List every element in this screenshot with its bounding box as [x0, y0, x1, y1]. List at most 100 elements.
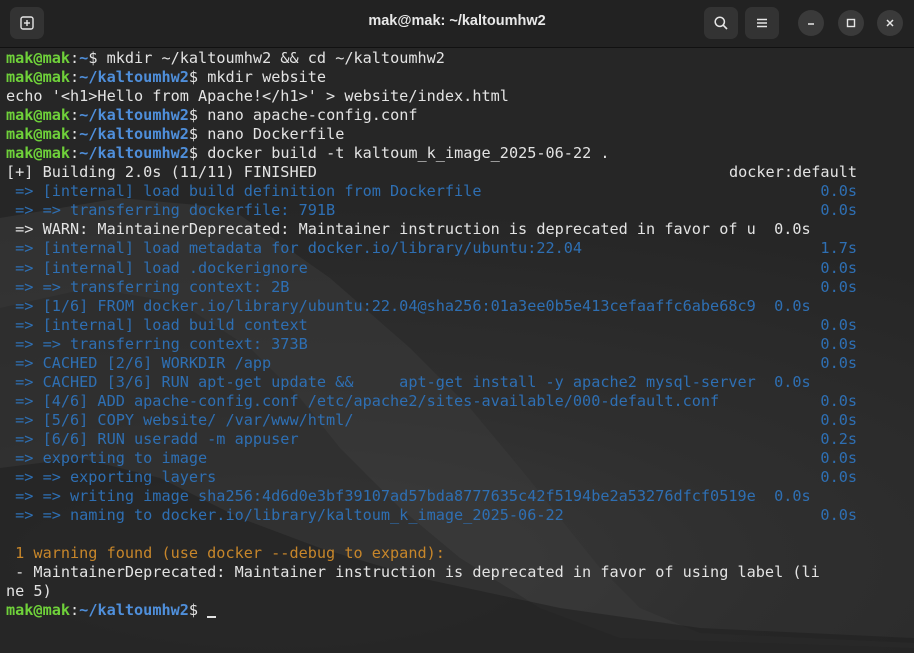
- terminal-line: => WARN: MaintainerDeprecated: Maintaine…: [6, 220, 886, 239]
- title-bar: mak@mak: ~/kaltoumhw2: [0, 0, 914, 48]
- terminal-line: => [4/6] ADD apache-config.conf /etc/apa…: [6, 392, 886, 411]
- step-duration: 0.0s: [820, 410, 857, 429]
- command-text: nano Dockerfile: [207, 125, 345, 144]
- prompt-path: ~/kaltoumhw2: [79, 144, 189, 163]
- terminal-line: => => naming to docker.io/library/kaltou…: [6, 506, 886, 525]
- terminal-line: => [internal] load build definition from…: [6, 182, 886, 201]
- step-duration: 0.0s: [820, 468, 857, 487]
- build-step-text: => [internal] load .dockerignore: [6, 258, 308, 277]
- build-step-text: => [internal] load metadata for docker.i…: [6, 239, 583, 258]
- terminal-line: mak@mak:~/kaltoumhw2$ docker build -t ka…: [6, 144, 886, 163]
- hamburger-menu-icon: [755, 16, 769, 30]
- build-step-text: => [5/6] COPY website/ /var/www/html/: [6, 410, 354, 429]
- terminal-window: mak@mak: ~/kaltoumhw2 mak@mak:~$ mkdir ~…: [0, 0, 914, 653]
- build-step-text: => => writing image sha256:4d6d0e3bf3910…: [6, 487, 811, 506]
- terminal-line: mak@mak:~/kaltoumhw2$ mkdir website: [6, 68, 886, 87]
- step-duration: 0.0s: [820, 506, 857, 525]
- output-text: => WARN: MaintainerDeprecated: Maintaine…: [6, 220, 811, 239]
- prompt-user: mak@mak: [6, 601, 71, 620]
- command-text: mkdir ~/kaltoumhw2 && cd ~/kaltoumhw2: [106, 49, 445, 67]
- prompt-dollar: $: [88, 49, 107, 67]
- step-duration: 0.0s: [820, 277, 857, 296]
- terminal-line: 1 warning found (use docker --debug to e…: [6, 544, 886, 563]
- step-duration: 0.0s: [820, 448, 857, 467]
- step-duration: 0.0s: [820, 258, 857, 277]
- terminal-line: => [internal] load build context 0.0s: [6, 316, 886, 335]
- prompt-path: ~/kaltoumhw2: [79, 68, 189, 87]
- prompt-path: ~: [79, 49, 89, 67]
- search-icon: [713, 15, 729, 31]
- output-text: - MaintainerDeprecated: Maintainer instr…: [6, 563, 820, 582]
- build-step-text: => [internal] load build definition from…: [6, 182, 482, 201]
- prompt-dollar: $: [188, 68, 208, 87]
- build-step-text: => [6/6] RUN useradd -m appuser: [6, 429, 299, 448]
- prompt-separator: :: [70, 49, 80, 67]
- step-duration: 0.2s: [820, 429, 857, 448]
- prompt-user: mak@mak: [6, 106, 71, 125]
- terminal-line: mak@mak:~$ mkdir ~/kaltoumhw2 && cd ~/ka…: [6, 49, 886, 68]
- search-button[interactable]: [704, 7, 738, 39]
- prompt-user: mak@mak: [6, 144, 71, 163]
- terminal-output[interactable]: mak@mak:~$ mkdir ~/kaltoumhw2 && cd ~/ka…: [0, 48, 914, 653]
- terminal-line: => => transferring context: 2B 0.0s: [6, 278, 886, 297]
- prompt-dollar: $: [188, 106, 208, 125]
- prompt-user: mak@mak: [6, 125, 71, 144]
- prompt-dollar: $: [188, 144, 208, 163]
- step-duration: 0.0s: [820, 182, 857, 201]
- build-step-text: => => transferring dockerfile: 791B: [6, 201, 336, 220]
- maximize-button[interactable]: [838, 10, 864, 36]
- builder-name: docker:default: [728, 163, 857, 182]
- terminal-line: mak@mak:~/kaltoumhw2$ nano Dockerfile: [6, 125, 886, 144]
- build-step-text: => => transferring context: 2B: [6, 277, 290, 296]
- prompt-separator: :: [70, 125, 80, 144]
- output-text: echo '<h1>Hello from Apache!</h1>' > web…: [6, 87, 509, 106]
- build-step-text: => [1/6] FROM docker.io/library/ubuntu:2…: [6, 296, 811, 315]
- prompt-dollar: $: [188, 601, 208, 620]
- build-step-text: => CACHED [2/6] WORKDIR /app: [6, 353, 272, 372]
- terminal-line: => [5/6] COPY website/ /var/www/html/0.0…: [6, 411, 886, 430]
- close-button[interactable]: [877, 10, 903, 36]
- terminal-line: => [6/6] RUN useradd -m appuser 0.2s: [6, 430, 886, 449]
- terminal-line: => => exporting layers 0.0s: [6, 468, 886, 487]
- prompt-user: mak@mak: [6, 49, 71, 67]
- output-text: ne 5): [6, 582, 52, 601]
- output-text: 1 warning found (use docker --debug to e…: [6, 544, 445, 563]
- minimize-button[interactable]: [798, 10, 824, 36]
- terminal-line: => exporting to image 0.0s: [6, 449, 886, 468]
- maximize-icon: [846, 18, 856, 28]
- build-step-text: => exporting to image: [6, 448, 208, 467]
- terminal-line: => => writing image sha256:4d6d0e3bf3910…: [6, 487, 886, 506]
- prompt-separator: :: [70, 601, 80, 620]
- prompt-path: ~/kaltoumhw2: [79, 106, 189, 125]
- terminal-line: => CACHED [2/6] WORKDIR /app 0.0s: [6, 354, 886, 373]
- build-step-text: => => transferring context: 373B: [6, 334, 308, 353]
- terminal-lines: mak@mak:~$ mkdir ~/kaltoumhw2 && cd ~/ka…: [6, 49, 886, 620]
- terminal-line: - MaintainerDeprecated: Maintainer instr…: [6, 563, 886, 582]
- step-duration: 0.0s: [820, 353, 857, 372]
- prompt-path: ~/kaltoumhw2: [79, 125, 189, 144]
- step-duration: 0.0s: [820, 391, 857, 410]
- terminal-line: mak@mak:~/kaltoumhw2$: [6, 601, 886, 620]
- command-text: docker build -t kaltoum_k_image_2025-06-…: [207, 144, 610, 163]
- close-icon: [885, 18, 895, 28]
- prompt-dollar: $: [188, 125, 208, 144]
- menu-button[interactable]: [745, 7, 779, 39]
- text-cursor: [207, 616, 217, 619]
- terminal-line: => [internal] load metadata for docker.i…: [6, 239, 886, 258]
- build-step-text: => => naming to docker.io/library/kaltou…: [6, 506, 564, 525]
- output-text: [+] Building 2.0s (11/11) FINISHED: [6, 163, 317, 182]
- command-text: mkdir website: [207, 68, 327, 87]
- build-step-text: => [internal] load build context: [6, 315, 308, 334]
- terminal-line: mak@mak:~/kaltoumhw2$ nano apache-config…: [6, 106, 886, 125]
- step-duration: 0.0s: [820, 315, 857, 334]
- terminal-line: => => transferring dockerfile: 791B 0.0s: [6, 201, 886, 220]
- step-duration: 1.7s: [820, 239, 857, 258]
- build-step-text: => => exporting layers: [6, 468, 217, 487]
- prompt-separator: :: [70, 106, 80, 125]
- step-duration: 0.0s: [820, 201, 857, 220]
- prompt-user: mak@mak: [6, 68, 71, 87]
- terminal-line: [+] Building 2.0s (11/11) FINISHED docker…: [6, 163, 886, 182]
- terminal-line: echo '<h1>Hello from Apache!</h1>' > web…: [6, 87, 886, 106]
- build-step-text: => [4/6] ADD apache-config.conf /etc/apa…: [6, 391, 720, 410]
